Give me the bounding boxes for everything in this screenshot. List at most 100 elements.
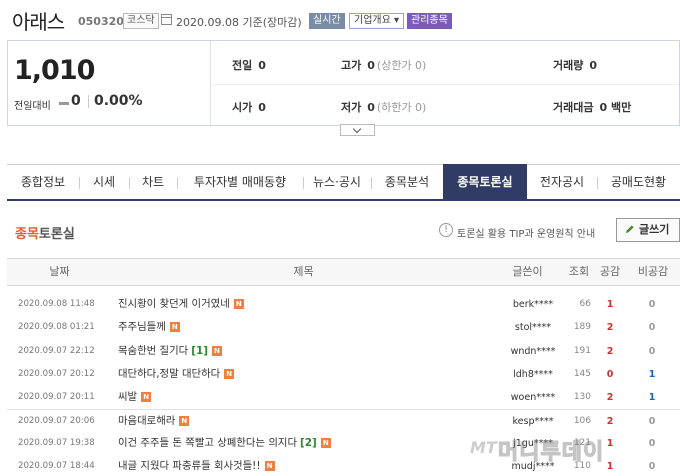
post-views: 121 [573, 438, 591, 448]
stock-code: 050320 [78, 15, 124, 28]
amount-label: 거래대금 [553, 101, 594, 114]
post-title-text[interactable]: 대단하다,정말 대단하다 [118, 368, 220, 380]
high-value: 0 [367, 59, 375, 72]
post-title[interactable]: 목숨한번 질기다 [1] N [118, 340, 222, 363]
no-change-icon [59, 102, 69, 105]
post-title[interactable]: 이건 주주들 돈 쪽빨고 상폐한다는 의지다 [2] N [118, 432, 331, 455]
post-title-text[interactable]: 이건 주주들 돈 쪽빨고 상폐한다는 의지다 [118, 437, 297, 449]
tab-analysis[interactable]: 종목분석 [371, 165, 443, 200]
tab-chart[interactable]: 차트 [129, 165, 177, 200]
open-label: 시가 [232, 101, 253, 114]
comment-count: [1] [191, 345, 208, 357]
post-title-text[interactable]: 목숨한번 질기다 [118, 345, 188, 357]
tab-news[interactable]: 뉴스·공시 [303, 165, 371, 200]
realtime-button[interactable]: 실시간 [309, 13, 345, 29]
low-stat: 저가 0 (하한가 0) [341, 99, 426, 115]
post-date: 2020.09.08 01:21 [18, 322, 95, 332]
table-row[interactable]: 2020.09.07 20:11 씨발 N woen**** 130 2 1 [7, 386, 680, 409]
table-row[interactable]: 2020.09.07 20:06 마음대로해라 N kesp**** 106 2 … [7, 409, 680, 432]
post-title-text[interactable]: 진시황이 찾던게 이거였네 [118, 298, 230, 310]
post-author: mudj**** [511, 461, 555, 472]
post-title[interactable]: 마음대로해라 N [118, 410, 190, 433]
amount-value: 0 백만 [599, 101, 632, 114]
divider [88, 95, 89, 108]
tab-discussion[interactable]: 종목토론실 [443, 164, 527, 201]
post-views: 110 [573, 461, 591, 471]
table-row[interactable]: 2020.09.07 20:12 대단하다,정말 대단하다 N ldh8**** … [7, 363, 680, 386]
post-likes: 2 [606, 346, 614, 357]
table-row[interactable]: 2020.09.07 18:44 내글 지웠다 파충류들 회사것들!! N mud… [7, 455, 680, 476]
watchlist-status-badge: 관리종목 [407, 13, 452, 29]
post-date: 2020.09.07 18:44 [18, 461, 95, 471]
volume-label: 거래량 [553, 59, 584, 72]
post-views: 191 [573, 346, 591, 356]
post-title[interactable]: 대단하다,정말 대단하다 N [118, 363, 235, 386]
col-likes: 공감 [599, 265, 621, 278]
board-title-rest: 토론실 [38, 227, 75, 242]
tab-short-selling[interactable]: 공매도현황 [597, 165, 680, 200]
quote-date: 2020.09.08 기준(장마감) [176, 16, 302, 29]
post-views: 130 [573, 392, 591, 402]
change-value: 0 [71, 93, 81, 109]
post-author: ldh8**** [513, 369, 553, 380]
lower-limit: (하한가 0) [376, 101, 427, 114]
post-dislikes: 1 [648, 392, 656, 403]
post-dislikes: 0 [648, 438, 656, 449]
stock-header: 아래스 050320 코스닥 2020.09.08 기준(장마감) 실시간 기업… [0, 0, 680, 40]
post-dislikes: 0 [648, 346, 656, 357]
company-name: 아래스 [12, 10, 65, 34]
post-likes: 0 [606, 369, 614, 380]
table-row[interactable]: 2020.09.07 19:38 이건 주주들 돈 쪽빨고 상폐한다는 의지다[… [7, 432, 680, 455]
table-row[interactable]: 2020.09.08 01:21 주주님들께 N stol**** 189 2 0 [7, 316, 680, 339]
post-views: 189 [573, 322, 591, 332]
tab-overview[interactable]: 종합정보 [7, 165, 79, 200]
table-row[interactable]: 2020.09.07 22:12 목숨한번 질기다 [1] N wndn**** 1… [7, 340, 680, 363]
board-tip-link[interactable]: 토론실 활용 TIP과 운영원칙 안내 [457, 225, 595, 240]
post-date: 2020.09.07 22:12 [18, 346, 95, 356]
post-title[interactable]: 내글 지웠다 파충류들 회사것들!! N [118, 455, 275, 476]
new-post-icon: N [233, 299, 244, 309]
table-row[interactable]: 2020.09.08 11:48 진시황이 찾던게 이거였네 N berk****… [7, 293, 680, 316]
open-value: 0 [258, 101, 266, 114]
post-author: berk**** [512, 299, 554, 310]
tab-investor-trading[interactable]: 투자자별 매매동향 [177, 165, 303, 200]
new-post-icon: N [141, 392, 152, 402]
comment-count: [2] [300, 437, 317, 449]
post-views: 145 [573, 369, 591, 379]
post-views: 66 [579, 299, 591, 309]
info-icon: ! [439, 223, 453, 237]
board-title-accent: 종목 [15, 227, 39, 242]
post-author: j1gu**** [513, 438, 553, 449]
post-author: kesp**** [512, 416, 554, 427]
post-likes: 1 [606, 299, 614, 310]
current-price: 1,010 [14, 55, 95, 86]
company-info-dropdown[interactable]: 기업개요 ▾ [349, 13, 404, 29]
post-title[interactable]: 진시황이 찾던게 이거였네 N [118, 293, 244, 316]
expand-summary-button[interactable] [340, 124, 375, 136]
tab-disclosure[interactable]: 전자공시 [527, 165, 597, 200]
post-title-text[interactable]: 내글 지웠다 파충류들 회사것들!! [118, 460, 261, 472]
post-title-text[interactable]: 씨발 [118, 391, 137, 403]
change-label: 전일대비 [14, 101, 51, 112]
col-date: 날짜 [49, 265, 70, 278]
post-dislikes: 1 [648, 369, 656, 380]
change-percent: 0.00% [94, 93, 143, 109]
new-post-icon: N [169, 322, 180, 332]
post-title-text[interactable]: 주주님들께 [118, 321, 166, 333]
post-title-text[interactable]: 마음대로해라 [118, 415, 175, 427]
stock-tabs: 종합정보 시세 차트 투자자별 매매동향 뉴스·공시 종목분석 종목토론실 전자… [7, 164, 680, 201]
post-likes: 1 [606, 438, 614, 449]
col-dislikes: 비공감 [637, 265, 669, 278]
post-title[interactable]: 주주님들께 N [118, 316, 180, 339]
write-post-button[interactable]: 글쓰기 [616, 218, 680, 242]
board-table-header: 날짜 제목 글쓴이 조회 공감 비공감 [7, 258, 680, 286]
post-date: 2020.09.07 19:38 [18, 438, 95, 448]
high-stat: 고가 0 (상한가 0) [341, 57, 426, 73]
price-summary: 1,010 전일대비 0 0.00% 전일 0 고가 0 (상한가 0) 거래량 0 시… [7, 40, 680, 126]
pencil-icon [626, 225, 634, 233]
upper-limit: (상한가 0) [376, 59, 427, 72]
post-title[interactable]: 씨발 N [118, 386, 152, 409]
post-date: 2020.09.08 11:48 [18, 299, 95, 309]
tab-quotes[interactable]: 시세 [79, 165, 129, 200]
open-stat: 시가 0 [232, 99, 266, 115]
